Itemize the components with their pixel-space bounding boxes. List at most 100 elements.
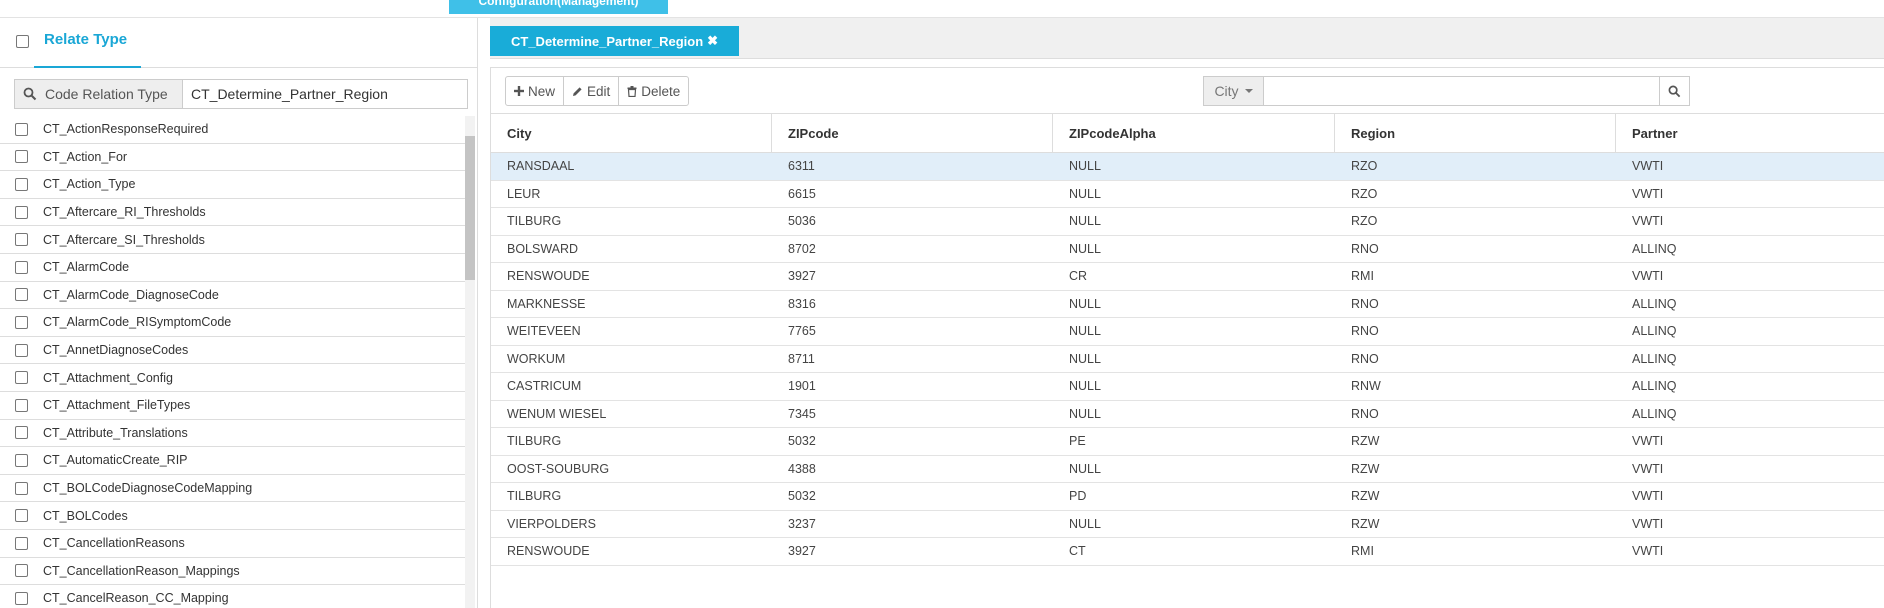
- list-item-checkbox[interactable]: [15, 205, 28, 219]
- table-cell: RANSDAAL: [507, 159, 575, 174]
- table-row[interactable]: BOLSWARD 8702 NULL RNO ALLINQ: [491, 236, 1884, 263]
- table-row[interactable]: TILBURG 5036 NULL RZO VWTI: [491, 208, 1884, 236]
- column-header[interactable]: ZIPcodeAlpha: [1053, 114, 1335, 152]
- new-button[interactable]: New: [506, 77, 565, 105]
- list-item-checkbox[interactable]: [15, 453, 28, 467]
- table-cell: CT: [1069, 544, 1086, 559]
- table-cell: RNW: [1351, 379, 1381, 394]
- list-item[interactable]: CT_Attachment_FileTypes: [0, 392, 465, 420]
- list-item[interactable]: CT_Attachment_Config: [0, 364, 465, 392]
- tab-ct-determine-partner-region[interactable]: CT_Determine_Partner_Region ✖: [490, 26, 739, 56]
- close-icon[interactable]: ✖: [707, 33, 718, 49]
- list-item-checkbox[interactable]: [15, 371, 28, 385]
- table-cell: VWTI: [1632, 186, 1664, 201]
- table-cell: WEITEVEEN: [507, 324, 581, 339]
- select-all-checkbox[interactable]: [16, 35, 29, 48]
- code-relation-search-input[interactable]: [183, 80, 467, 108]
- table-cell: VIERPOLDERS: [507, 516, 596, 531]
- filter-field-select[interactable]: City: [1204, 77, 1264, 105]
- table-row[interactable]: OOST-SOUBURG 4388 NULL RZW VWTI: [491, 456, 1884, 483]
- list-item[interactable]: CT_BOLCodeDiagnoseCodeMapping: [0, 475, 465, 503]
- list-item[interactable]: CT_Aftercare_SI_Thresholds: [0, 226, 465, 254]
- list-item[interactable]: CT_Action_For: [0, 144, 465, 172]
- tab-relate-type[interactable]: Relate Type: [34, 32, 141, 68]
- table-row[interactable]: CASTRICUM 1901 NULL RNW ALLINQ: [491, 373, 1884, 401]
- table-cell: TILBURG: [507, 489, 562, 504]
- table-cell: NULL: [1069, 406, 1101, 421]
- column-header[interactable]: ZIPcode: [772, 114, 1053, 152]
- table-cell: VWTI: [1632, 544, 1664, 559]
- column-header[interactable]: Region: [1335, 114, 1616, 152]
- filter-input[interactable]: [1264, 77, 1659, 105]
- list-item[interactable]: CT_Action_Type: [0, 171, 465, 199]
- edit-button[interactable]: Edit: [564, 77, 620, 105]
- column-header[interactable]: Partner: [1616, 114, 1884, 152]
- list-item-checkbox[interactable]: [15, 564, 28, 578]
- code-relation-search: Code Relation Type: [14, 79, 468, 109]
- table-cell: RZW: [1351, 516, 1380, 531]
- table-row[interactable]: RENSWOUDE 3927 CT RMI VWTI: [491, 538, 1884, 566]
- table-cell: ALLINQ: [1632, 324, 1677, 339]
- list-item-checkbox[interactable]: [15, 591, 28, 605]
- list-item[interactable]: CT_AlarmCode_RISymptomCode: [0, 309, 465, 337]
- table-row[interactable]: TILBURG 5032 PE RZW VWTI: [491, 428, 1884, 456]
- table-row[interactable]: MARKNESSE 8316 NULL RNO ALLINQ: [491, 291, 1884, 318]
- list-item[interactable]: CT_AlarmCode_DiagnoseCode: [0, 282, 465, 310]
- list-item-label: CT_CancellationReason_Mappings: [43, 563, 240, 578]
- column-header[interactable]: City: [491, 114, 772, 152]
- list-item-checkbox[interactable]: [15, 536, 28, 550]
- list-item-label: CT_Attachment_FileTypes: [43, 398, 191, 413]
- list-item-checkbox[interactable]: [15, 509, 28, 523]
- top-tab-configuration[interactable]: Configuration(Management): [449, 0, 668, 14]
- table-row[interactable]: WENUM WIESEL 7345 NULL RNO ALLINQ: [491, 401, 1884, 428]
- list-item-checkbox[interactable]: [15, 426, 28, 440]
- list-item[interactable]: CT_Attribute_Translations: [0, 420, 465, 448]
- table-cell: NULL: [1069, 214, 1101, 229]
- table-cell: ALLINQ: [1632, 406, 1677, 421]
- list-item-checkbox[interactable]: [15, 260, 28, 274]
- list-item[interactable]: CT_BOLCodes: [0, 502, 465, 530]
- table-cell: ALLINQ: [1632, 351, 1677, 366]
- list-item-checkbox[interactable]: [15, 150, 28, 164]
- list-item[interactable]: CT_CancellationReason_Mappings: [0, 558, 465, 586]
- table-row[interactable]: WEITEVEEN 7765 NULL RNO ALLINQ: [491, 318, 1884, 346]
- table-cell: CASTRICUM: [507, 379, 582, 394]
- list-item-checkbox[interactable]: [15, 315, 28, 329]
- table-cell: NULL: [1069, 241, 1101, 256]
- delete-button[interactable]: Delete: [619, 77, 688, 105]
- list-item[interactable]: CT_AutomaticCreate_RIP: [0, 447, 465, 475]
- table-cell: 1901: [788, 379, 816, 394]
- table-cell: VWTI: [1632, 159, 1664, 174]
- list-item-checkbox[interactable]: [15, 122, 28, 136]
- list-item-checkbox[interactable]: [15, 177, 28, 191]
- table-row[interactable]: RENSWOUDE 3927 CR RMI VWTI: [491, 263, 1884, 291]
- list-item[interactable]: CT_AlarmCode: [0, 254, 465, 282]
- filter-search-button[interactable]: [1659, 77, 1689, 105]
- list-item-checkbox[interactable]: [15, 288, 28, 302]
- list-item-checkbox[interactable]: [15, 343, 28, 357]
- list-item[interactable]: CT_CancelReason_CC_Mapping: [0, 585, 465, 608]
- list-item-checkbox[interactable]: [15, 233, 28, 247]
- table-cell: RZW: [1351, 461, 1380, 476]
- table-cell: NULL: [1069, 351, 1101, 366]
- list-scrollbar[interactable]: [465, 116, 475, 608]
- table-cell: RENSWOUDE: [507, 544, 590, 559]
- list-item[interactable]: CT_Aftercare_RI_Thresholds: [0, 199, 465, 227]
- list-item[interactable]: CT_ActionResponseRequired: [0, 116, 465, 144]
- table-cell: RMI: [1351, 269, 1374, 284]
- table-row[interactable]: LEUR 6615 NULL RZO VWTI: [491, 181, 1884, 208]
- list-item-checkbox[interactable]: [15, 481, 28, 495]
- scrollbar-thumb[interactable]: [465, 136, 475, 280]
- table-cell: ALLINQ: [1632, 379, 1677, 394]
- edit-button-label: Edit: [587, 83, 611, 99]
- table-row[interactable]: TILBURG 5032 PD RZW VWTI: [491, 483, 1884, 511]
- table-row[interactable]: WORKUM 8711 NULL RNO ALLINQ: [491, 346, 1884, 373]
- grid-header: City ZIPcode ZIPcodeAlpha Region Partner: [491, 113, 1884, 153]
- table-row[interactable]: RANSDAAL 6311 NULL RZO VWTI: [491, 153, 1884, 181]
- list-item[interactable]: CT_AnnetDiagnoseCodes: [0, 337, 465, 365]
- grid-body: RANSDAAL 6311 NULL RZO VWTI LEUR 6615 NULL RZO VW…: [491, 153, 1884, 566]
- list-item-checkbox[interactable]: [15, 398, 28, 412]
- list-item-label: CT_CancelReason_CC_Mapping: [43, 591, 229, 606]
- table-row[interactable]: VIERPOLDERS 3237 NULL RZW VWTI: [491, 511, 1884, 538]
- list-item[interactable]: CT_CancellationReasons: [0, 530, 465, 558]
